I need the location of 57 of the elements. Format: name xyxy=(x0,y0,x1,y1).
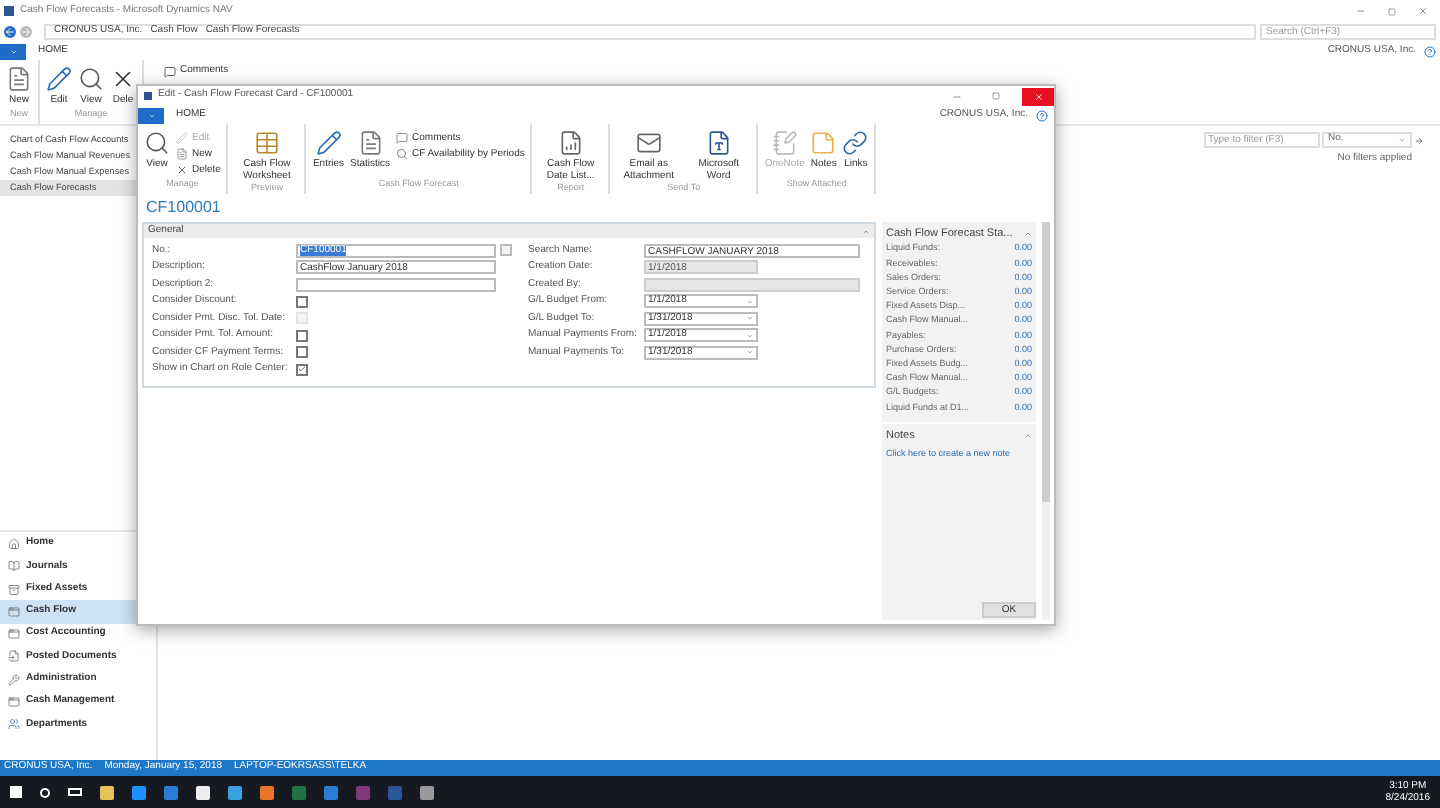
taskbar-app-icon[interactable] xyxy=(420,785,434,799)
app-icon xyxy=(4,6,14,16)
wrench-icon xyxy=(8,673,20,686)
sheet-icon xyxy=(253,130,280,156)
taskbar-app-icon[interactable] xyxy=(228,785,242,799)
word-icon xyxy=(705,130,732,156)
task-view-icon[interactable] xyxy=(68,788,82,796)
pencil-icon xyxy=(46,66,72,92)
comment-icon xyxy=(164,65,176,78)
link-icon xyxy=(842,130,869,156)
lookup-button[interactable] xyxy=(500,244,512,257)
cross-icon xyxy=(110,66,136,92)
note-icon xyxy=(810,130,837,156)
forward-icon[interactable] xyxy=(20,26,32,38)
magnifier-icon xyxy=(144,130,170,156)
window-icon xyxy=(8,605,20,618)
magnifier-icon xyxy=(78,66,104,92)
scrollbar[interactable] xyxy=(1042,222,1050,620)
taskbar-app-icon[interactable] xyxy=(196,785,210,799)
record-title: CF100001 xyxy=(144,200,223,216)
checkbox[interactable] xyxy=(296,295,308,308)
book-icon xyxy=(8,560,20,573)
app-icon xyxy=(144,92,152,100)
pencil-icon xyxy=(176,132,188,144)
maximize-icon[interactable] xyxy=(1388,7,1396,15)
taskbar-app-icon[interactable] xyxy=(260,785,274,799)
home-icon xyxy=(8,537,20,550)
window-icon xyxy=(8,628,20,641)
maximize-icon[interactable] xyxy=(992,92,1000,100)
app-menu-button[interactable] xyxy=(0,43,26,59)
apply-filter-icon[interactable] xyxy=(1414,135,1424,145)
checkbox[interactable] xyxy=(296,346,308,359)
archive-icon xyxy=(8,583,20,596)
input-field[interactable] xyxy=(296,277,496,292)
file-icon xyxy=(6,66,32,92)
cross-icon xyxy=(176,164,188,176)
window-icon xyxy=(8,696,20,709)
help-icon[interactable] xyxy=(1424,45,1436,57)
back-icon[interactable] xyxy=(4,26,16,38)
magnifier-icon xyxy=(396,148,409,160)
checkbox[interactable] xyxy=(296,329,308,342)
people-icon xyxy=(8,718,20,731)
notebook-icon xyxy=(771,130,798,156)
taskbar-app-icon[interactable] xyxy=(100,785,114,799)
document-icon xyxy=(8,650,20,663)
app-menu-button[interactable] xyxy=(138,107,164,123)
report-icon xyxy=(557,130,584,156)
checkbox[interactable] xyxy=(296,363,308,376)
help-icon[interactable] xyxy=(1036,109,1048,121)
check-icon xyxy=(298,364,306,375)
file-icon xyxy=(357,130,384,156)
envelope-icon xyxy=(635,130,662,156)
close-button[interactable] xyxy=(1022,87,1054,105)
comment-icon xyxy=(396,132,409,144)
start-icon[interactable] xyxy=(10,786,22,798)
pencil-icon xyxy=(315,130,342,156)
file-icon xyxy=(176,148,188,160)
